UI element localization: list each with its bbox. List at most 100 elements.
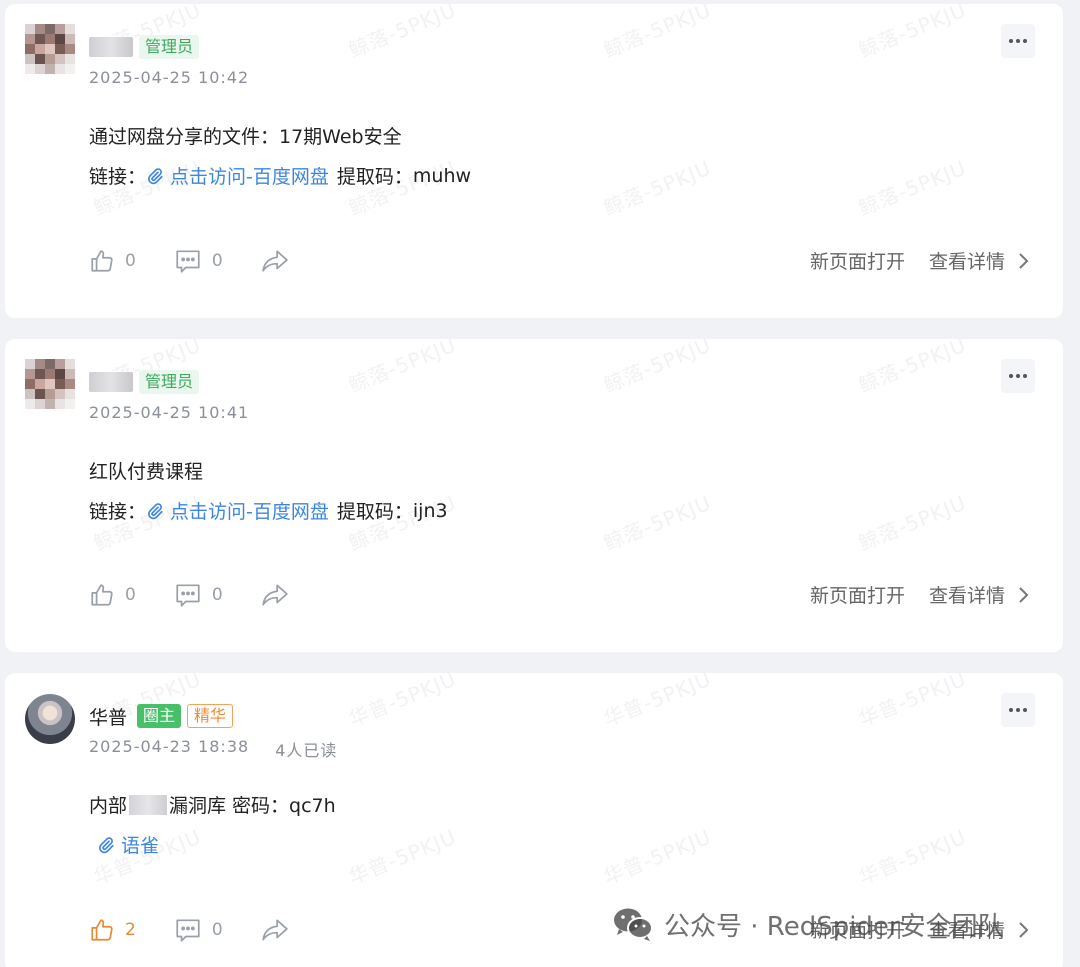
- view-details-link[interactable]: 查看详情: [929, 581, 1029, 608]
- like-button[interactable]: 0: [89, 582, 136, 608]
- like-count: 0: [125, 585, 136, 605]
- like-count: 2: [125, 920, 136, 940]
- comment-button[interactable]: 0: [174, 917, 223, 943]
- comment-button[interactable]: 0: [174, 248, 223, 274]
- post-actions: 0 0: [89, 248, 327, 274]
- comment-icon: [176, 250, 200, 273]
- comment-icon: [176, 919, 200, 942]
- code-label: 提取码：: [336, 501, 413, 523]
- code-label: 提取码：: [336, 166, 413, 188]
- watermark: 鲸落-5PKJU: [855, 4, 970, 63]
- wechat-watermark-text: 公众号 · RedSpider安全团队: [664, 911, 1004, 942]
- comment-count: 0: [211, 251, 223, 271]
- author-name[interactable]: 华普: [89, 703, 127, 730]
- post-card: 鲸落-5PKJU 鲸落-5PKJU 鲸落-5PKJU 鲸落-5PKJU 鲸落-5…: [5, 4, 1063, 318]
- share-button[interactable]: [261, 583, 289, 607]
- watermark: 鲸落-5PKJU: [345, 339, 460, 398]
- post-title-end: 漏洞库 密码：qc7h: [169, 795, 336, 817]
- post-actions: 0 0: [89, 582, 327, 608]
- watermark: 鲸落-5PKJU: [600, 155, 715, 221]
- post-meta: 2025-04-25 10:42: [89, 68, 249, 87]
- post-title-start: 内部: [89, 795, 128, 817]
- elite-badge: 精华: [187, 704, 234, 728]
- yuque-link[interactable]: 语雀: [97, 831, 159, 858]
- post-title-text: 通过网盘分享的文件：17期Web安全: [89, 126, 402, 148]
- link-text: 语雀: [121, 835, 160, 857]
- post-date: 2025-04-25 10:41: [89, 403, 250, 422]
- code-value: ijn3: [412, 499, 448, 522]
- wechat-watermark: 公众号 · RedSpider安全团队: [612, 902, 1004, 946]
- paperclip-icon: [146, 502, 164, 520]
- post-title-text: 红队付费课程: [89, 461, 204, 483]
- post-date: 2025-04-25 10:42: [89, 68, 250, 87]
- post-right-links: 新页面打开 查看详情: [810, 581, 1029, 608]
- author-row: 管理员: [89, 368, 200, 396]
- share-button[interactable]: [261, 249, 289, 273]
- comment-icon: [176, 584, 200, 607]
- open-new-page-link[interactable]: 新页面打开: [810, 581, 905, 608]
- watermark: 鲸落-5PKJU: [600, 490, 715, 556]
- share-icon: [261, 919, 288, 941]
- post-title: 红队付费课程: [89, 457, 203, 484]
- more-dots-icon[interactable]: [1001, 359, 1035, 393]
- watermark: 鲸落-5PKJU: [600, 4, 715, 63]
- share-icon: [261, 250, 288, 272]
- post-meta: 2025-04-25 10:41: [89, 403, 249, 422]
- comment-button[interactable]: 0: [174, 582, 223, 608]
- post-link-line: 语雀: [97, 831, 159, 858]
- post-meta: 2025-04-23 18:38 4人已读: [89, 737, 337, 761]
- owner-badge: 圈主: [137, 704, 182, 728]
- watermark: 鲸落-5PKJU: [600, 339, 715, 398]
- link-prefix: 链接：: [89, 166, 147, 188]
- view-details-link[interactable]: 查看详情: [929, 247, 1029, 274]
- paperclip-icon: [97, 836, 115, 854]
- watermark: 鲸落-5PKJU: [855, 339, 970, 398]
- link-text: 点击访问-百度网盘: [170, 501, 329, 523]
- paperclip-icon: [146, 167, 164, 185]
- like-button[interactable]: 0: [89, 248, 136, 274]
- more-dots-icon[interactable]: [1001, 693, 1035, 727]
- watermark: 鲸落-5PKJU: [345, 4, 460, 63]
- view-details-text: 查看详情: [928, 251, 1005, 273]
- read-count: 4人已读: [275, 741, 338, 760]
- author-name-redacted: [89, 372, 133, 392]
- chevron-right-icon: [1017, 586, 1029, 604]
- watermark: 华普-5PKJU: [600, 673, 715, 732]
- baidu-pan-link[interactable]: 点击访问-百度网盘: [146, 162, 329, 189]
- post-link-line: 链接： 点击访问-百度网盘 提取码： muhw: [89, 162, 471, 189]
- code-value: muhw: [412, 164, 472, 187]
- redacted-word: [129, 794, 168, 815]
- share-button[interactable]: [261, 918, 289, 942]
- open-new-page-link[interactable]: 新页面打开: [810, 247, 905, 274]
- post-card: 鲸落-5PKJU 鲸落-5PKJU 鲸落-5PKJU 鲸落-5PKJU 鲸落-5…: [5, 339, 1063, 652]
- author-name-redacted: [89, 37, 133, 57]
- avatar[interactable]: [25, 359, 75, 409]
- wechat-icon: [614, 908, 653, 941]
- watermark: 华普-5PKJU: [855, 824, 970, 890]
- post-right-links: 新页面打开 查看详情: [810, 247, 1029, 274]
- like-count: 0: [125, 251, 136, 271]
- author-row: 管理员: [89, 33, 200, 61]
- view-details-text: 查看详情: [928, 585, 1005, 607]
- link-prefix: 链接：: [89, 501, 147, 523]
- like-button[interactable]: 2: [89, 917, 136, 943]
- watermark: 华普-5PKJU: [855, 673, 970, 732]
- avatar[interactable]: [25, 24, 75, 74]
- admin-badge: 管理员: [139, 35, 200, 59]
- admin-badge: 管理员: [139, 370, 200, 394]
- post-title: 内部 漏洞库 密码：qc7h: [89, 791, 336, 818]
- post-date: 2025-04-23 18:38: [89, 737, 250, 756]
- baidu-pan-link[interactable]: 点击访问-百度网盘: [146, 497, 329, 524]
- watermark: 鲸落-5PKJU: [855, 155, 970, 221]
- watermark: 鲸落-5PKJU: [855, 490, 970, 556]
- comment-count: 0: [211, 920, 223, 940]
- thumbs-up-icon: [91, 919, 113, 941]
- link-text: 点击访问-百度网盘: [170, 166, 329, 188]
- more-dots-icon[interactable]: [1001, 24, 1035, 58]
- post-actions: 2 0: [89, 917, 327, 943]
- avatar[interactable]: [25, 694, 75, 744]
- chevron-right-icon: [1017, 252, 1029, 270]
- comment-count: 0: [211, 585, 223, 605]
- post-link-line: 链接： 点击访问-百度网盘 提取码： ijn3: [89, 497, 448, 524]
- share-icon: [261, 584, 288, 606]
